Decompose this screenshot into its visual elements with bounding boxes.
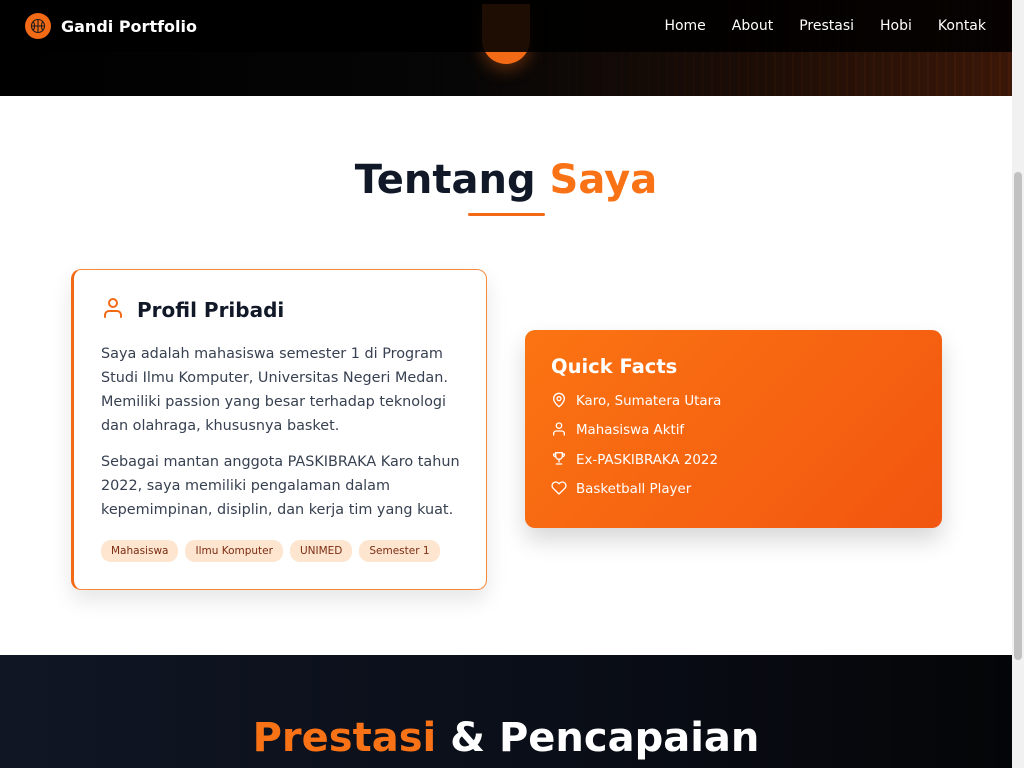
profile-card-header: Profil Pribadi [101,296,460,324]
scrollbar-thumb[interactable] [1014,172,1022,660]
brand[interactable]: Gandi Portfolio [25,13,197,39]
quick-facts-title: Quick Facts [551,355,678,378]
trophy-icon [551,450,567,470]
fact-item-basketball: Basketball Player [551,475,916,504]
map-pin-icon [551,392,567,412]
prestasi-section: Prestasi & Pencapaian [0,655,1012,768]
user-icon [551,421,567,441]
nav-links: Home About Prestasi Hobi Kontak [664,18,986,34]
tag-ilmu-komputer: Ilmu Komputer [185,540,283,562]
profile-title: Profil Pribadi [137,298,285,322]
title-underline [468,213,545,216]
quick-facts-list: Karo, Sumatera Utara Mahasiswa Aktif Ex-… [551,387,916,504]
fact-text: Ex-PASKIBRAKA 2022 [576,452,718,468]
user-icon [101,296,125,324]
fact-item-location: Karo, Sumatera Utara [551,387,916,416]
tag-unimed: UNIMED [289,540,353,562]
brand-name: Gandi Portfolio [61,16,197,36]
basketball-icon [25,13,51,39]
nav-link-about[interactable]: About [732,18,773,34]
fact-item-status: Mahasiswa Aktif [551,416,916,445]
prestasi-title-accent: Prestasi [252,715,437,761]
nav-link-prestasi[interactable]: Prestasi [799,18,854,34]
tag-semester: Semester 1 [359,540,440,562]
profile-paragraph-1: Saya adalah mahasiswa semester 1 di Prog… [101,346,448,434]
profile-paragraph-2: Sebagai mantan anggota PASKIBRAKA Karo t… [101,454,460,518]
scrollbar[interactable] [1012,0,1024,768]
nav-link-kontak[interactable]: Kontak [938,18,986,34]
nav-link-hobi[interactable]: Hobi [880,18,912,34]
navbar: Gandi Portfolio Home About Prestasi Hobi… [0,0,1012,52]
nav-link-home[interactable]: Home [664,18,705,34]
fact-item-paskibraka: Ex-PASKIBRAKA 2022 [551,446,916,475]
profile-card: Profil Pribadi Saya adalah mahasiswa sem… [71,269,487,590]
prestasi-section-title: Prestasi & Pencapaian [0,715,1012,761]
quick-facts-card: Quick Facts Karo, Sumatera Utara Mahasis… [525,330,942,528]
about-section-title: Tentang Saya [0,157,1012,203]
about-title-accent: Saya [549,157,658,203]
about-title-main: Tentang [354,157,536,203]
prestasi-title-rest: & Pencapaian [436,715,760,761]
fact-text: Mahasiswa Aktif [576,423,685,439]
tag-mahasiswa: Mahasiswa [101,540,179,562]
fact-text: Basketball Player [576,482,692,498]
fact-text: Karo, Sumatera Utara [576,394,722,410]
heart-icon [551,480,567,500]
profile-tags: Mahasiswa Ilmu Komputer UNIMED Semester … [101,540,460,562]
